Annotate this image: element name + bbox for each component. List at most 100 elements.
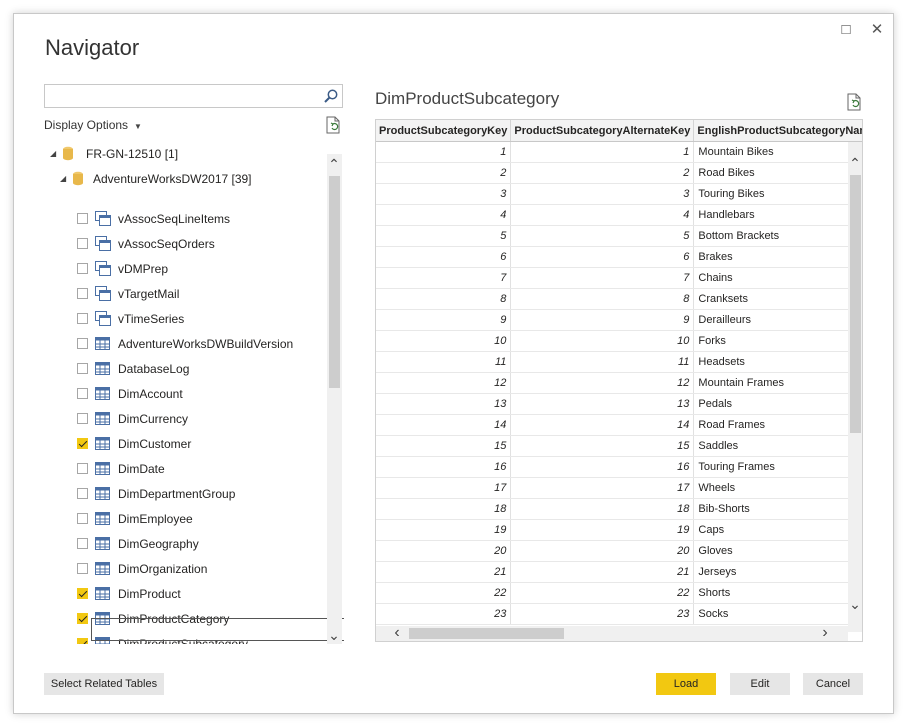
maximize-icon[interactable]: □: [835, 19, 857, 41]
dialog-title: Navigator: [45, 35, 140, 60]
preview-refresh-icon[interactable]: [847, 93, 863, 111]
checkbox[interactable]: [77, 263, 88, 274]
expand-triangle-icon[interactable]: ◢: [60, 167, 66, 191]
close-icon[interactable]: ✕: [866, 19, 888, 41]
table-cell: 16: [376, 456, 512, 478]
checkbox[interactable]: [77, 288, 88, 299]
grid-vertical-thumb[interactable]: [850, 175, 861, 433]
checkbox[interactable]: [77, 638, 88, 644]
display-options-dropdown[interactable]: Display Options ▼: [44, 118, 142, 132]
display-options-label: Display Options: [44, 118, 129, 132]
tree-item-label: vAssocSeqOrders: [118, 237, 215, 251]
table-cell: 16: [510, 456, 695, 478]
checkbox[interactable]: [77, 613, 88, 624]
expand-triangle-icon[interactable]: ◢: [50, 142, 56, 166]
scroll-up-icon[interactable]: ⌃: [327, 157, 341, 171]
scroll-right-icon[interactable]: ›: [818, 625, 832, 641]
scroll-up-icon[interactable]: ⌃: [848, 156, 862, 170]
table-cell: 21: [376, 561, 512, 583]
table-row: 21 21 Jerseys: [376, 561, 862, 583]
preview-table: ProductSubcategoryKey ProductSubcategoryA…: [376, 120, 862, 625]
search-icon[interactable]: [323, 88, 339, 104]
table-cell: Road Frames: [693, 414, 862, 436]
tree-scrollbar-thumb[interactable]: [329, 176, 340, 388]
table-row: 11 11 Headsets: [376, 351, 862, 373]
tree-item-label: DimDate: [118, 462, 165, 476]
checkbox[interactable]: [77, 213, 88, 224]
table-cell: Shorts: [693, 582, 862, 604]
edit-button[interactable]: Edit: [730, 673, 790, 695]
table-cell: 6: [376, 246, 512, 268]
tree-item-label: DimCustomer: [118, 437, 192, 451]
table-header-row: ProductSubcategoryKey ProductSubcategoryA…: [376, 120, 862, 142]
table-cell: Caps: [693, 519, 862, 541]
tree-item-label: vDMPrep: [118, 262, 169, 276]
scroll-down-icon[interactable]: ⌄: [848, 597, 862, 611]
table-row: 23 23 Socks: [376, 603, 862, 625]
scroll-left-icon[interactable]: ‹: [390, 625, 404, 641]
table-row: 4 4 Handlebars: [376, 204, 862, 226]
checkbox[interactable]: [77, 338, 88, 349]
view-icon: [95, 236, 111, 251]
checkbox[interactable]: [77, 488, 88, 499]
table-cell: Touring Bikes: [693, 183, 862, 205]
table-cell: Bib-Shorts: [693, 498, 862, 520]
table-cell: 10: [376, 330, 512, 352]
scroll-down-icon[interactable]: ⌄: [327, 628, 341, 642]
preview-grid: ProductSubcategoryKey ProductSubcategoryA…: [375, 119, 863, 642]
checkbox[interactable]: [77, 313, 88, 324]
grid-horizontal-thumb[interactable]: [409, 628, 564, 639]
cancel-button[interactable]: Cancel: [803, 673, 863, 695]
checkbox[interactable]: [77, 363, 88, 374]
table-row: 7 7 Chains: [376, 267, 862, 289]
search-input[interactable]: [44, 84, 343, 108]
table-cell: 4: [376, 204, 512, 226]
column-header[interactable]: EnglishProductSubcategoryName: [693, 120, 862, 142]
table-cell: 15: [510, 435, 695, 457]
load-button[interactable]: Load: [656, 673, 716, 695]
checkbox[interactable]: [77, 513, 88, 524]
preview-title: DimProductSubcategory: [375, 89, 560, 108]
table-cell: 23: [510, 603, 695, 625]
tree-scrollbar[interactable]: ⌃ ⌄: [327, 154, 342, 644]
table-icon: [95, 437, 110, 450]
table-cell: 20: [376, 540, 512, 562]
table-cell: 1: [376, 141, 512, 163]
table-icon: [95, 387, 110, 400]
checkbox[interactable]: [77, 588, 88, 599]
table-row: 15 15 Saddles: [376, 435, 862, 457]
table-cell: 3: [376, 183, 512, 205]
grid-vertical-scrollbar[interactable]: ⌃ ⌄: [848, 142, 862, 632]
table-cell: 19: [376, 519, 512, 541]
table-row: 5 5 Bottom Brackets: [376, 225, 862, 247]
checkbox[interactable]: [77, 538, 88, 549]
table-icon: [95, 562, 110, 575]
tree-item-label: DimGeography: [118, 537, 199, 551]
table-cell: 4: [510, 204, 695, 226]
table-row: 2 2 Road Bikes: [376, 162, 862, 184]
column-header[interactable]: ProductSubcategoryKey: [376, 120, 512, 142]
tree-item-label: vTimeSeries: [118, 312, 185, 326]
tree-item-label: DimCurrency: [118, 412, 189, 426]
select-related-tables-button[interactable]: Select Related Tables: [44, 673, 164, 695]
table-cell: 18: [510, 498, 695, 520]
checkbox[interactable]: [77, 238, 88, 249]
table-row: 16 16 Touring Frames: [376, 456, 862, 478]
checkbox[interactable]: [77, 463, 88, 474]
table-row: 19 19 Caps: [376, 519, 862, 541]
table-cell: Saddles: [693, 435, 862, 457]
checkbox[interactable]: [77, 563, 88, 574]
refresh-icon[interactable]: [326, 116, 342, 134]
table-cell: 12: [510, 372, 695, 394]
table-cell: Bottom Brackets: [693, 225, 862, 247]
grid-horizontal-scrollbar[interactable]: ‹ ›: [376, 625, 848, 641]
checkbox[interactable]: [77, 413, 88, 424]
column-header[interactable]: ProductSubcategoryAlternateKey: [510, 120, 695, 142]
checkbox[interactable]: [77, 388, 88, 399]
tree-item-label: AdventureWorksDWBuildVersion: [118, 337, 294, 351]
table-cell: 3: [510, 183, 695, 205]
table-cell: Chains: [693, 267, 862, 289]
checkbox[interactable]: [77, 438, 88, 449]
table-icon: [95, 487, 110, 500]
table-cell: 2: [510, 162, 695, 184]
